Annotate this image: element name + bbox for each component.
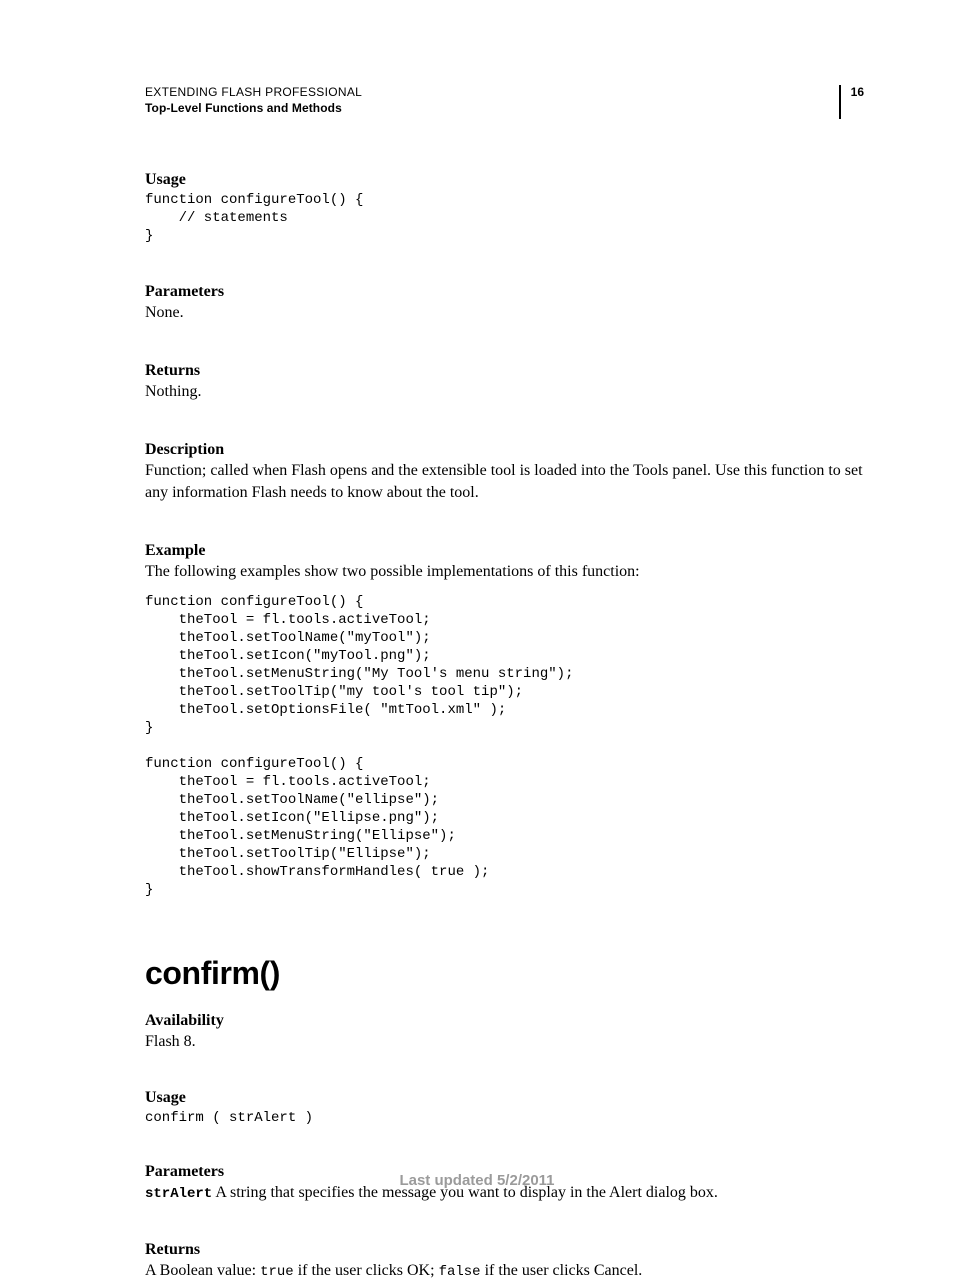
returns-text: Nothing. (145, 381, 864, 403)
usage-heading: Usage (145, 171, 864, 189)
parameters-heading: Parameters (145, 283, 864, 301)
example-code: function configureTool() { theTool = fl.… (145, 593, 864, 899)
availability-text: Flash 8. (145, 1031, 864, 1053)
header-divider (839, 85, 841, 119)
page-footer: Last updated 5/2/2011 (0, 1172, 954, 1189)
returns-suffix: if the user clicks Cancel. (481, 1262, 643, 1279)
example-intro: The following examples show two possible… (145, 561, 864, 583)
returns-block-2: Returns A Boolean value: true if the use… (145, 1241, 864, 1283)
header-left: EXTENDING FLASH PROFESSIONAL Top-Level F… (145, 85, 827, 115)
returns-block: Returns Nothing. (145, 362, 864, 403)
returns-heading-2: Returns (145, 1241, 864, 1259)
availability-heading: Availability (145, 1012, 864, 1030)
usage-block-2: Usage confirm ( strAlert ) (145, 1089, 864, 1127)
running-subtitle: Top-Level Functions and Methods (145, 101, 827, 115)
parameters-text: None. (145, 302, 864, 324)
availability-block: Availability Flash 8. (145, 1012, 864, 1053)
returns-prefix: A Boolean value: (145, 1262, 260, 1279)
returns-mid: if the user clicks OK; (294, 1262, 439, 1279)
returns-text-2: A Boolean value: true if the user clicks… (145, 1260, 864, 1283)
description-heading: Description (145, 441, 864, 459)
usage-heading-2: Usage (145, 1089, 864, 1107)
page-header: EXTENDING FLASH PROFESSIONAL Top-Level F… (145, 85, 864, 119)
section-title-confirm: confirm() (145, 955, 864, 992)
page: EXTENDING FLASH PROFESSIONAL Top-Level F… (0, 0, 954, 1235)
usage-code-2: confirm ( strAlert ) (145, 1109, 864, 1127)
returns-heading: Returns (145, 362, 864, 380)
example-block: Example The following examples show two … (145, 542, 864, 899)
running-title: EXTENDING FLASH PROFESSIONAL (145, 85, 827, 99)
usage-block: Usage function configureTool() { // stat… (145, 171, 864, 245)
example-heading: Example (145, 542, 864, 560)
page-number-block: 16 (839, 85, 864, 119)
usage-code: function configureTool() { // statements… (145, 191, 864, 245)
page-number: 16 (851, 85, 864, 119)
description-text: Function; called when Flash opens and th… (145, 460, 864, 504)
returns-false-code: false (439, 1264, 481, 1280)
returns-true-code: true (260, 1264, 294, 1280)
description-block: Description Function; called when Flash … (145, 441, 864, 504)
parameters-block: Parameters None. (145, 283, 864, 324)
